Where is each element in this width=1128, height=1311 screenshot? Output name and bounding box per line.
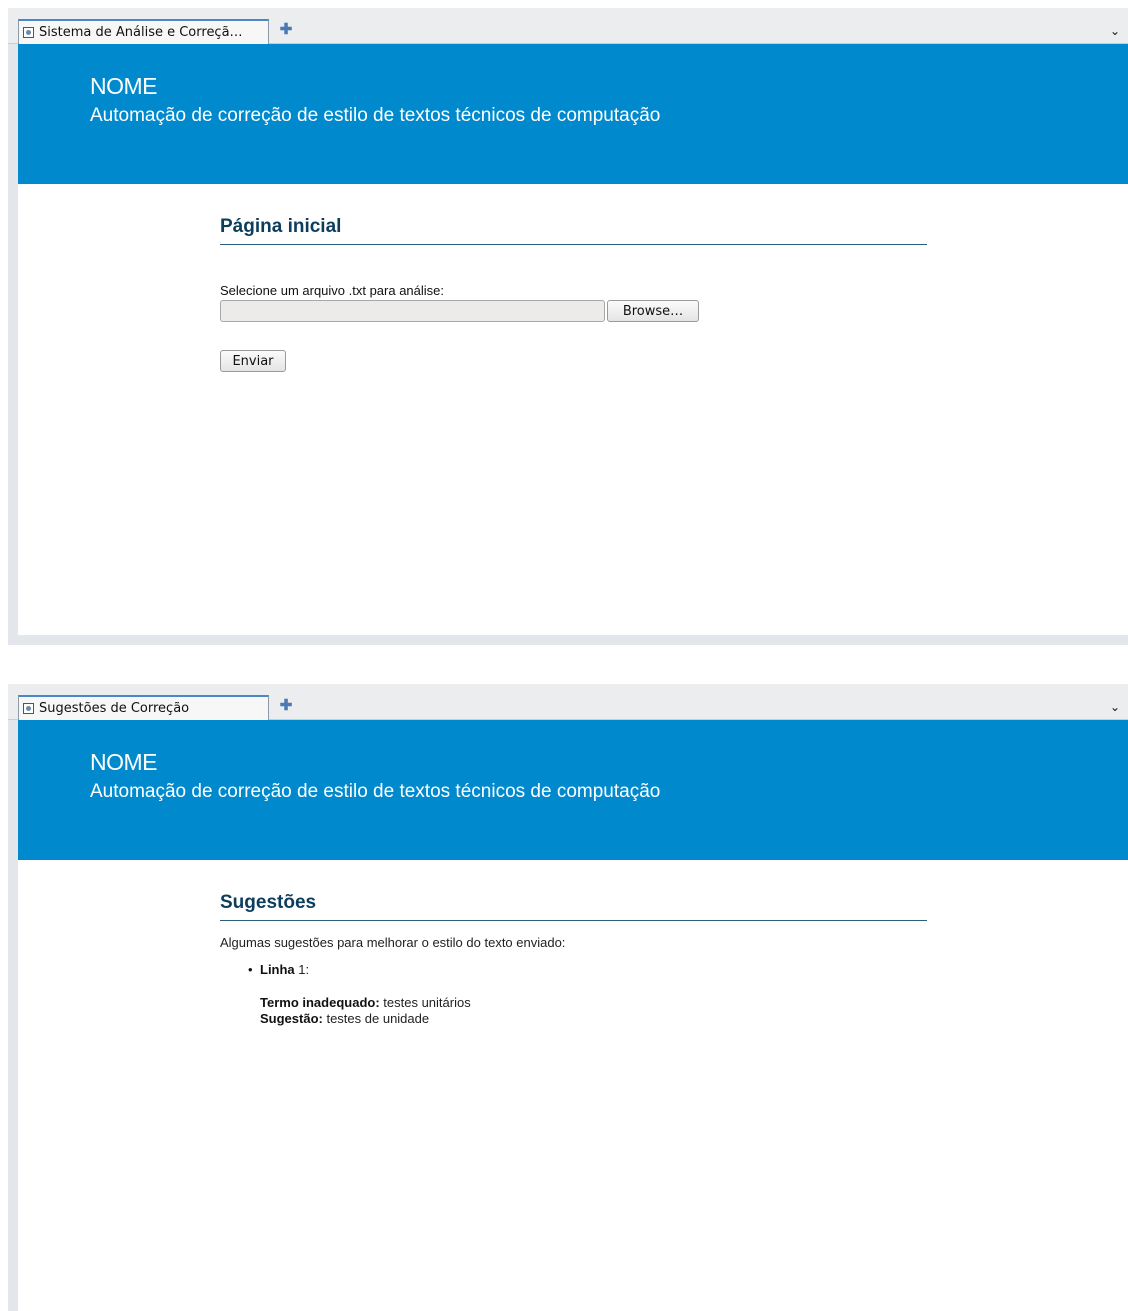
tab-title: Sugestões de Correção	[39, 701, 190, 716]
main-content: Página inicial Selecione um arquivo .txt…	[220, 184, 927, 372]
term-label: Termo inadequado:	[260, 995, 380, 1010]
suggestion-value: testes de unidade	[326, 1011, 430, 1026]
chevron-down-icon[interactable]: ⌄	[1110, 24, 1120, 38]
browse-button[interactable]: Browse…	[607, 300, 699, 322]
tab-bar: Sistema de Análise e Correçã… ✚ ⌄	[8, 8, 1128, 44]
line-number: 1:	[298, 962, 310, 977]
page-viewport: NOME Automação de correção de estilo de …	[18, 720, 1128, 1311]
tab-home[interactable]: Sistema de Análise e Correçã…	[18, 19, 269, 44]
suggestion-label: Sugestão:	[260, 1011, 323, 1026]
intro-text: Algumas sugestões para melhorar o estilo…	[220, 935, 566, 950]
term-value: testes unitários	[383, 995, 471, 1010]
submit-button[interactable]: Enviar	[220, 350, 286, 372]
tab-bar: Sugestões de Correção ✚ ⌄	[8, 684, 1128, 720]
line-label: Linha	[260, 962, 295, 977]
chevron-down-icon[interactable]: ⌄	[1110, 700, 1120, 714]
page-title: Página inicial	[220, 216, 927, 245]
file-path-input[interactable]	[220, 300, 605, 322]
main-content: Sugestões Algumas sugestões para melhora…	[220, 860, 927, 1027]
file-upload-row: Browse…	[220, 300, 927, 322]
site-name: NOME	[90, 73, 158, 99]
line-reference: Linha 1:	[260, 962, 927, 977]
page-title: Sugestões	[220, 892, 927, 921]
browser-window-suggestions: Sugestões de Correção ✚ ⌄ NOME Automação…	[8, 684, 1128, 1311]
site-tagline: Automação de correção de estilo de texto…	[90, 105, 661, 126]
list-item: Linha 1: Termo inadequado: testes unitár…	[248, 962, 927, 1027]
page-icon	[23, 703, 34, 714]
plus-icon[interactable]: ✚	[278, 22, 294, 38]
page-icon	[23, 27, 34, 38]
browser-window-home: Sistema de Análise e Correçã… ✚ ⌄ NOME A…	[8, 8, 1128, 645]
upload-label: Selecione um arquivo .txt para análise:	[220, 283, 445, 298]
tab-suggestions[interactable]: Sugestões de Correção	[18, 695, 269, 720]
tab-title: Sistema de Análise e Correçã…	[39, 25, 243, 40]
page-viewport: NOME Automação de correção de estilo de …	[18, 44, 1128, 635]
site-name: NOME	[90, 749, 158, 775]
suggestion-row: Sugestão: testes de unidade	[260, 1011, 927, 1027]
site-header: NOME Automação de correção de estilo de …	[18, 720, 1128, 860]
site-tagline: Automação de correção de estilo de texto…	[90, 781, 661, 802]
term-row: Termo inadequado: testes unitários	[260, 995, 927, 1011]
site-header: NOME Automação de correção de estilo de …	[18, 44, 1128, 184]
plus-icon[interactable]: ✚	[278, 698, 294, 714]
suggestion-list: Linha 1: Termo inadequado: testes unitár…	[220, 962, 927, 1027]
suggestion-detail: Termo inadequado: testes unitários Suges…	[260, 995, 927, 1027]
